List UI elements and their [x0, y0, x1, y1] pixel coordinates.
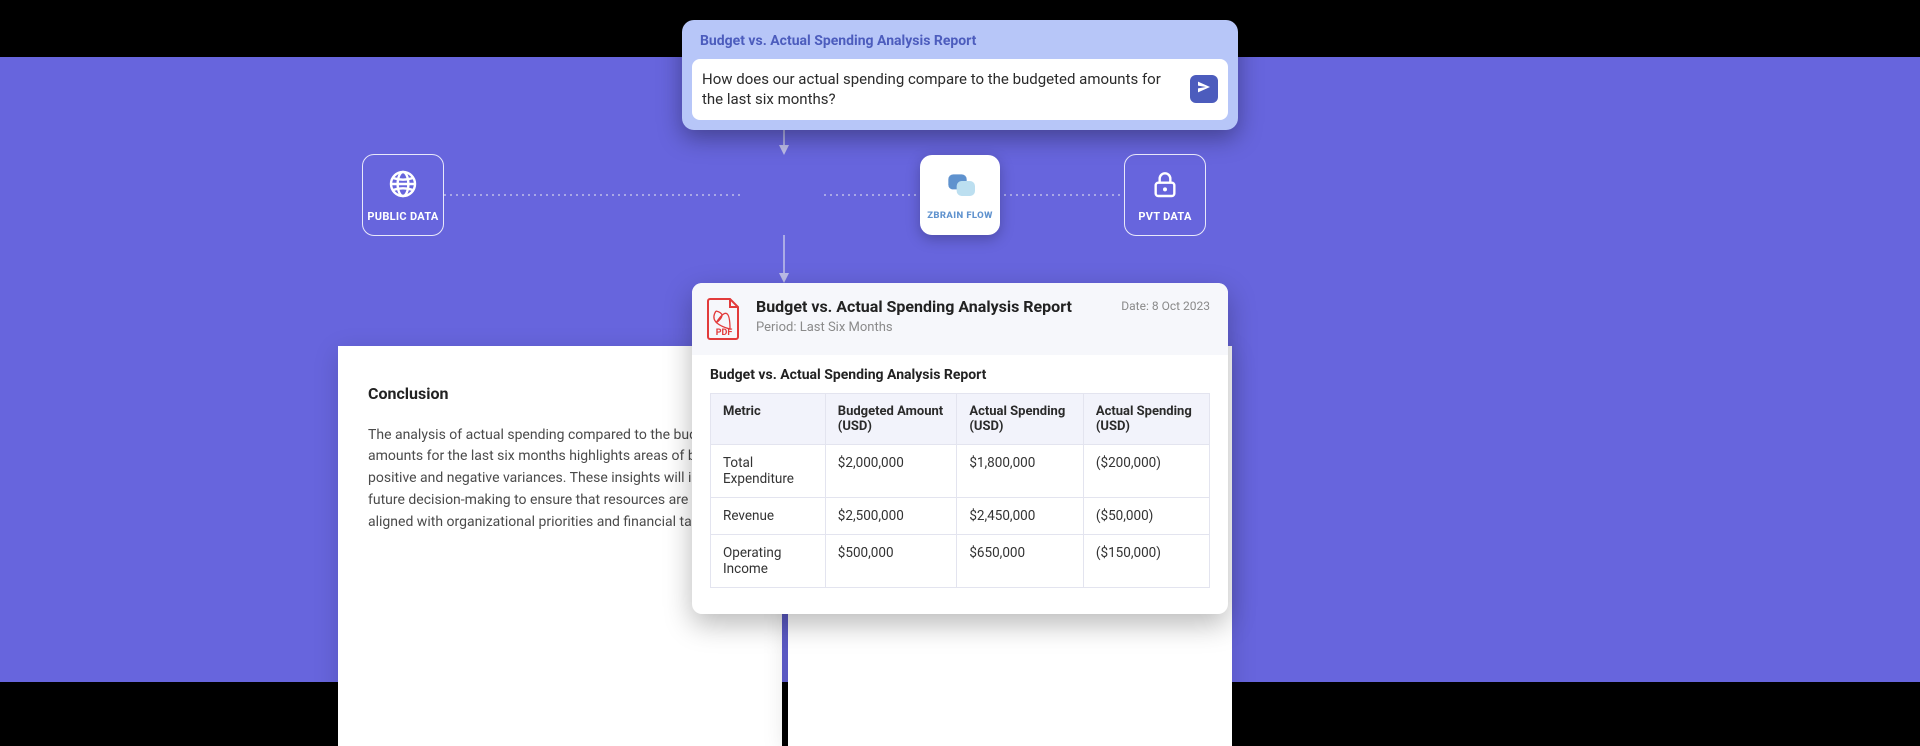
cell-variance: ($150,000): [1083, 535, 1209, 588]
col-budget: Budgeted Amount (USD): [825, 394, 957, 445]
cell-metric: Operating Income: [711, 535, 826, 588]
pdf-icon: PDF: [706, 297, 742, 341]
zbrain-flow-label: ZBRAIN FLOW: [927, 210, 993, 221]
query-card: Budget vs. Actual Spending Analysis Repo…: [682, 20, 1238, 130]
report-date: Date: 8 Oct 2023: [1121, 299, 1210, 313]
col-metric: Metric: [711, 394, 826, 445]
cell-budget: $500,000: [825, 535, 957, 588]
cell-variance: ($200,000): [1083, 445, 1209, 498]
report-period: Period: Last Six Months: [756, 320, 1107, 335]
cell-variance: ($50,000): [1083, 498, 1209, 535]
cell-actual: $650,000: [957, 535, 1084, 588]
report-header: PDF Budget vs. Actual Spending Analysis …: [692, 283, 1228, 355]
private-data-label: PVT DATA: [1138, 210, 1191, 223]
globe-icon: [387, 168, 419, 204]
private-data-node: PVT DATA: [1124, 154, 1206, 236]
report-body: Budget vs. Actual Spending Analysis Repo…: [692, 355, 1228, 614]
zbrain-flow-node: ZBRAIN FLOW: [920, 155, 1000, 235]
query-input-row: How does our actual spending compare to …: [692, 59, 1228, 120]
svg-text:PDF: PDF: [716, 328, 733, 338]
table-row: Operating Income $500,000 $650,000 ($150…: [711, 535, 1210, 588]
report-card: PDF Budget vs. Actual Spending Analysis …: [692, 283, 1228, 614]
query-card-title: Budget vs. Actual Spending Analysis Repo…: [692, 30, 1228, 59]
cell-actual: $1,800,000: [957, 445, 1084, 498]
col-actual: Actual Spending (USD): [957, 394, 1084, 445]
cell-metric: Revenue: [711, 498, 826, 535]
send-button[interactable]: [1190, 75, 1218, 103]
cell-actual: $2,450,000: [957, 498, 1084, 535]
public-data-label: PUBLIC DATA: [367, 210, 438, 223]
send-icon: [1196, 79, 1212, 99]
table-head-row: Metric Budgeted Amount (USD) Actual Spen…: [711, 394, 1210, 445]
cell-budget: $2,500,000: [825, 498, 957, 535]
table-row: Total Expenditure $2,000,000 $1,800,000 …: [711, 445, 1210, 498]
cell-metric: Total Expenditure: [711, 445, 826, 498]
lock-icon: [1149, 168, 1181, 204]
col-variance: Actual Spending (USD): [1083, 394, 1209, 445]
finance-table: Metric Budgeted Amount (USD) Actual Spen…: [710, 393, 1210, 588]
public-data-node: PUBLIC DATA: [362, 154, 444, 236]
report-title: Budget vs. Actual Spending Analysis Repo…: [756, 297, 1107, 316]
report-subtitle: Budget vs. Actual Spending Analysis Repo…: [710, 367, 1210, 383]
table-row: Revenue $2,500,000 $2,450,000 ($50,000): [711, 498, 1210, 535]
query-input[interactable]: How does our actual spending compare to …: [702, 69, 1182, 110]
cell-budget: $2,000,000: [825, 445, 957, 498]
zbrain-logo-icon: [940, 170, 980, 206]
